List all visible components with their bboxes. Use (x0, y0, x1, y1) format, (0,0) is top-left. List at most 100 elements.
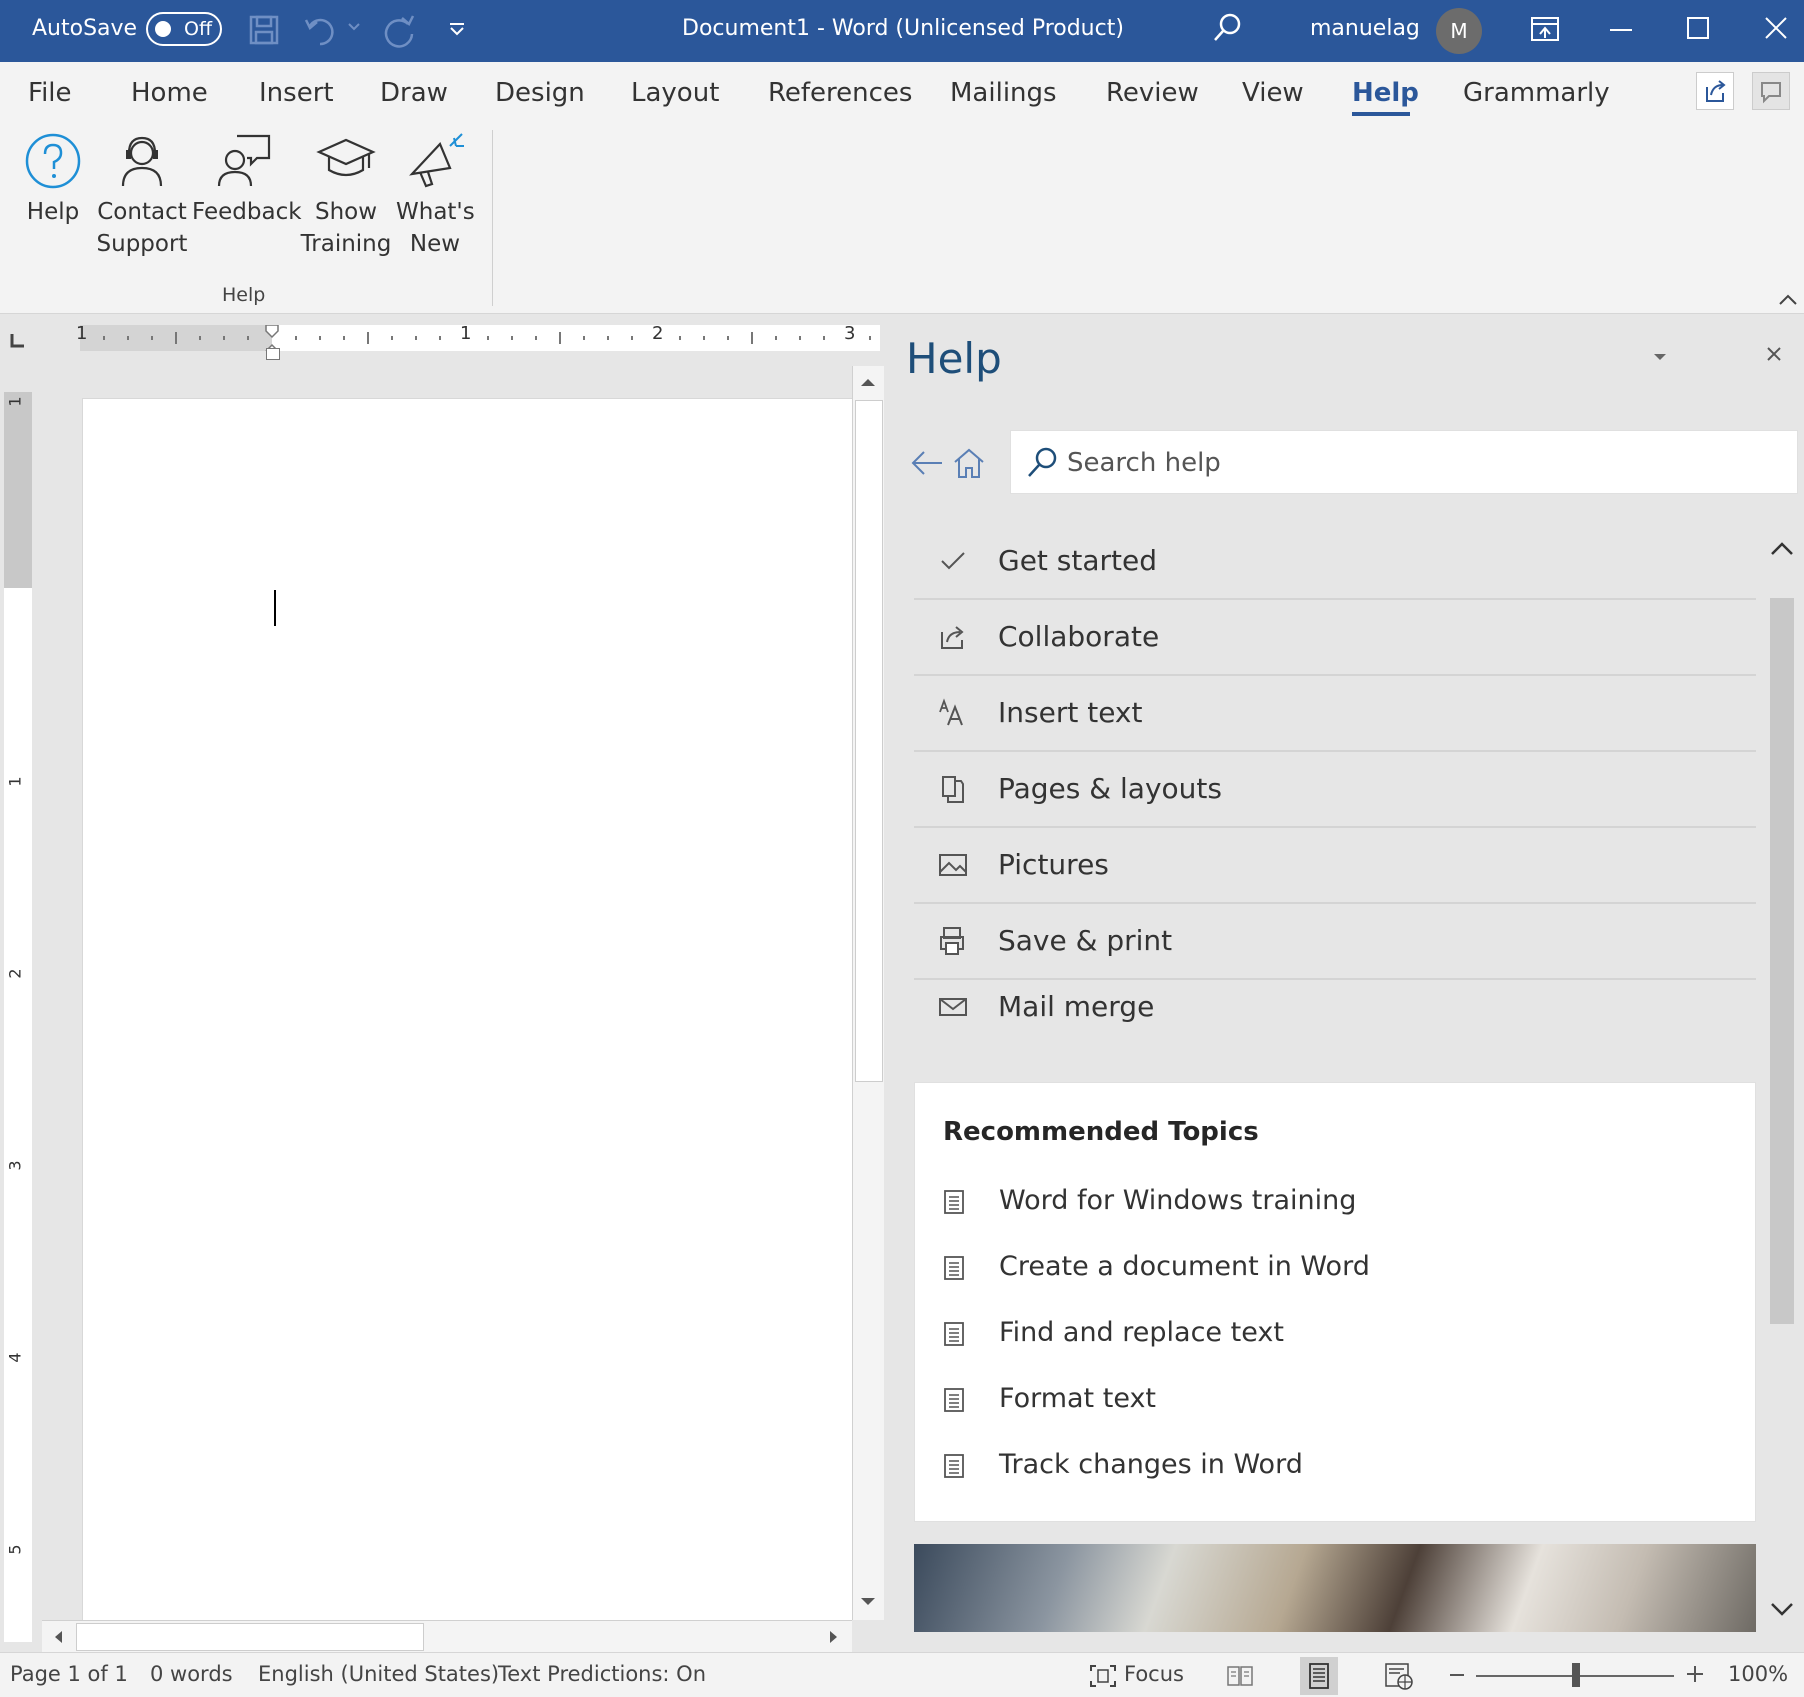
document-title: Document1 - Word (Unlicensed Product) (682, 16, 1124, 41)
help-topic-mail-merge[interactable]: Mail merge (914, 970, 1756, 1046)
scroll-down-icon[interactable] (1770, 1602, 1794, 1618)
zoom-out-icon[interactable] (1450, 1674, 1464, 1676)
zoom-in-icon[interactable] (1686, 1665, 1704, 1683)
undo-icon[interactable] (304, 14, 338, 46)
scrollbar-thumb[interactable] (76, 1623, 424, 1651)
avatar[interactable]: M (1436, 8, 1482, 54)
help-topic-save-print[interactable]: Save & print (914, 904, 1756, 980)
ruler-number: 1 (5, 396, 25, 407)
pane-close-icon[interactable] (1766, 346, 1782, 362)
maximize-icon[interactable] (1687, 17, 1709, 39)
undo-dropdown-icon[interactable] (348, 22, 360, 32)
topic-label: Pages & layouts (998, 772, 1222, 805)
recommended-topics-card: Recommended Topics Word for Windows trai… (914, 1082, 1756, 1522)
tab-references[interactable]: References (768, 78, 912, 108)
redo-icon[interactable] (382, 14, 416, 48)
vertical-ruler[interactable]: 1 1 2 3 4 5 (4, 392, 32, 1642)
scroll-down-icon[interactable] (859, 1596, 877, 1608)
close-icon[interactable] (1765, 17, 1787, 39)
document-horizontal-scrollbar[interactable] (42, 1620, 852, 1652)
focus-label[interactable]: Focus (1124, 1662, 1184, 1686)
help-pane: Help Search help Get started Collaborate… (886, 314, 1804, 1652)
tab-layout[interactable]: Layout (631, 78, 719, 108)
comments-button[interactable] (1752, 72, 1790, 110)
article-icon (944, 1388, 964, 1412)
zoom-slider-thumb[interactable] (1572, 1663, 1580, 1687)
article-icon (944, 1454, 964, 1478)
tab-grammarly[interactable]: Grammarly (1463, 78, 1610, 108)
help-button-label: Help (26, 199, 80, 225)
page-count[interactable]: Page 1 of 1 (10, 1662, 128, 1686)
share-button[interactable] (1696, 72, 1734, 110)
language[interactable]: English (United States) (258, 1662, 499, 1686)
tab-draw[interactable]: Draw (380, 78, 448, 108)
article-icon (944, 1256, 964, 1280)
ruler-number: 1 (5, 776, 25, 787)
tab-view[interactable]: View (1242, 78, 1304, 108)
help-topic-pictures[interactable]: Pictures (914, 828, 1756, 904)
scrollbar-thumb[interactable] (1770, 598, 1794, 1324)
ribbon-group-label: Help (222, 284, 266, 306)
whats-new-button[interactable]: What's New (396, 132, 475, 260)
left-indent-marker[interactable] (266, 348, 280, 360)
tab-stop-selector-icon[interactable] (8, 330, 28, 350)
autosave-toggle[interactable]: Off (146, 12, 222, 46)
contact-support-button[interactable]: Contact Support (96, 132, 188, 260)
recommended-item-label: Find and replace text (999, 1317, 1284, 1348)
comment-icon (1761, 82, 1781, 104)
topic-label: Save & print (998, 924, 1173, 957)
topic-label: Pictures (998, 848, 1109, 881)
pane-options-icon[interactable] (1652, 352, 1668, 362)
print-layout-button[interactable] (1300, 1657, 1338, 1695)
web-layout-icon[interactable] (1384, 1662, 1414, 1690)
focus-icon[interactable] (1088, 1663, 1118, 1689)
home-icon[interactable] (952, 446, 986, 480)
tab-file[interactable]: File (28, 78, 72, 108)
document-page[interactable] (82, 398, 852, 1620)
help-topic-collaborate[interactable]: Collaborate (914, 600, 1756, 676)
tab-help[interactable]: Help (1352, 78, 1419, 108)
help-search-input[interactable]: Search help (1010, 430, 1798, 494)
feedback-button[interactable]: Feedback (192, 132, 302, 228)
tab-mailings[interactable]: Mailings (950, 78, 1057, 108)
toggle-knob (155, 21, 171, 37)
minimize-icon[interactable] (1610, 28, 1632, 32)
ruler-number: 5 (5, 1544, 25, 1555)
horizontal-ruler[interactable]: 1 1 2 3 (76, 323, 880, 351)
save-icon[interactable] (248, 14, 280, 46)
search-icon[interactable] (1212, 12, 1242, 44)
help-topic-get-started[interactable]: Get started (914, 524, 1756, 600)
tab-home[interactable]: Home (131, 78, 208, 108)
scroll-up-icon[interactable] (859, 376, 877, 388)
tab-review[interactable]: Review (1106, 78, 1199, 108)
collapse-ribbon-icon[interactable] (1778, 292, 1798, 306)
show-training-button[interactable]: Show Training (298, 132, 394, 260)
tab-insert[interactable]: Insert (259, 78, 334, 108)
document-vertical-scrollbar[interactable] (852, 366, 884, 1620)
word-count[interactable]: 0 words (150, 1662, 233, 1686)
customize-toolbar-icon[interactable] (448, 22, 466, 36)
scrollbar-thumb[interactable] (855, 400, 883, 1082)
scroll-left-icon[interactable] (52, 1629, 64, 1645)
help-topic-pages-layouts[interactable]: Pages & layouts (914, 752, 1756, 828)
topic-label: Mail merge (998, 990, 1155, 1023)
text-predictions[interactable]: Text Predictions: On (498, 1662, 706, 1686)
topic-label: Insert text (998, 696, 1143, 729)
ribbon-display-options-icon[interactable] (1530, 16, 1560, 42)
group-separator (492, 130, 493, 306)
scroll-right-icon[interactable] (828, 1629, 840, 1645)
megaphone-icon (409, 133, 464, 188)
active-tab-indicator (1352, 112, 1410, 116)
article-icon (944, 1190, 964, 1214)
zoom-level[interactable]: 100% (1728, 1662, 1788, 1686)
help-topic-insert-text[interactable]: Insert text (914, 676, 1756, 752)
training-banner-image[interactable] (914, 1544, 1756, 1632)
help-pane-scrollbar[interactable] (1764, 510, 1798, 1632)
user-name[interactable]: manuelag (1310, 16, 1420, 41)
scroll-up-icon[interactable] (1770, 540, 1794, 556)
back-arrow-icon[interactable] (910, 448, 944, 478)
tab-design[interactable]: Design (495, 78, 585, 108)
help-button[interactable]: Help (20, 132, 86, 228)
headset-person-icon (121, 136, 163, 187)
read-mode-icon[interactable] (1226, 1663, 1254, 1689)
